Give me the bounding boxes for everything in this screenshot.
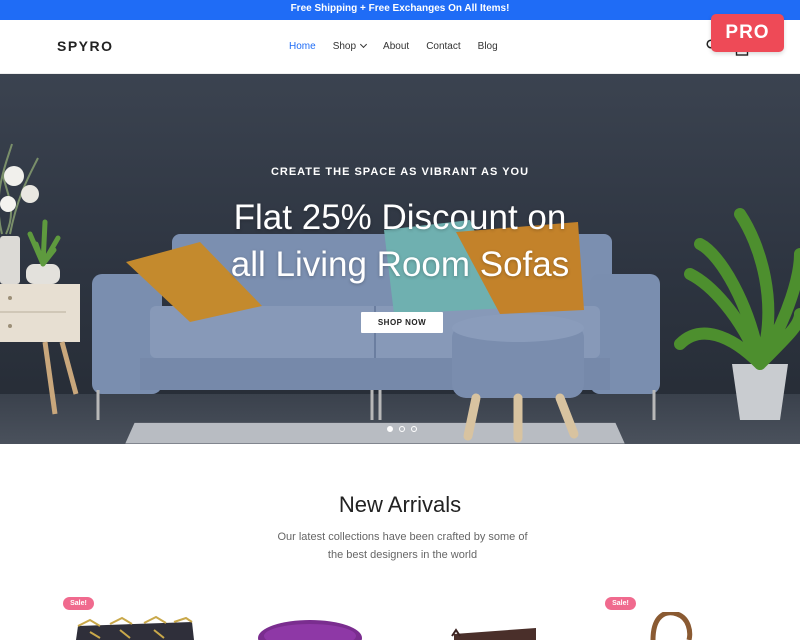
sale-badge: Sale! — [605, 597, 636, 610]
pro-badge[interactable]: PRO — [711, 14, 784, 52]
nav-shop[interactable]: Shop — [332, 40, 368, 52]
hero-banner: CREATE THE SPACE AS VIBRANT AS YOU Flat … — [0, 74, 800, 444]
nav-contact[interactable]: Contact — [426, 41, 460, 52]
new-arrivals-subtitle: Our latest collections have been crafted… — [270, 528, 535, 564]
new-arrivals-subtitle-line-2: the best designers in the world — [327, 549, 478, 561]
left-plants — [0, 143, 61, 284]
nav-blog[interactable]: Blog — [478, 41, 498, 52]
hero-title-line-2: all Living Room Sofas — [230, 245, 570, 284]
slider-dot-2[interactable] — [399, 426, 405, 432]
nav-about[interactable]: About — [383, 41, 409, 52]
announcement-text: Free Shipping + Free Exchanges On All It… — [290, 3, 510, 14]
shop-now-button[interactable]: SHOP NOW — [361, 312, 443, 333]
nav-shop-label: Shop — [332, 41, 357, 52]
slider-dot-1[interactable] — [387, 426, 393, 432]
new-arrivals-title: New Arrivals — [338, 492, 462, 517]
announcement-bar: Free Shipping + Free Exchanges On All It… — [0, 0, 800, 20]
site-header: SPYRO Home Shop About Contact Blog — [0, 20, 800, 74]
hero-title: Flat 25% Discount on all Living Room Sof… — [150, 194, 650, 288]
chevron-down-icon — [360, 40, 368, 49]
right-plant — [674, 208, 800, 420]
slider-dots — [387, 426, 417, 432]
sale-badge: Sale! — [63, 597, 94, 610]
new-arrivals-subtitle-line-1: Our latest collections have been crafted… — [277, 531, 528, 543]
main-nav: Home Shop About Contact Blog — [289, 40, 515, 52]
product-image-1[interactable] — [70, 612, 200, 640]
product-image-4[interactable] — [635, 612, 715, 640]
product-image-3[interactable] — [450, 612, 540, 640]
hero-eyebrow: CREATE THE SPACE AS VIBRANT AS YOU — [270, 166, 530, 178]
nav-home[interactable]: Home — [289, 41, 316, 52]
product-image-2[interactable] — [255, 612, 365, 640]
ottoman — [452, 314, 584, 443]
site-logo[interactable]: SPYRO — [57, 38, 114, 54]
slider-dot-3[interactable] — [411, 426, 417, 432]
hero-title-line-1: Flat 25% Discount on — [233, 198, 567, 237]
side-table — [0, 284, 80, 415]
